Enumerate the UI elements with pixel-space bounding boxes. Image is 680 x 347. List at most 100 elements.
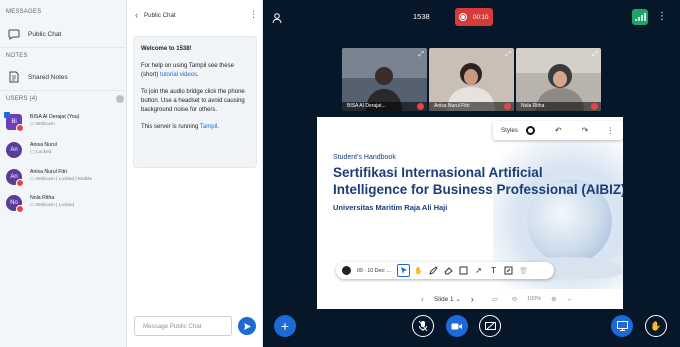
video-tile[interactable]: ⤢ BISA AI Derajat... [342,48,427,111]
sticky-note-tool-icon[interactable] [502,264,515,277]
user-status: ▭ Webcam | Locked | Mobile [30,177,93,182]
tile-name: Anisa Nurul Fitri [429,102,514,111]
annotation-toolbar: 09 - 10 Des: ... ✋ ↗ T 🗑 [336,262,554,279]
public-chat-panel: ‹ Public Chat ⋮ Welcome to 1538! For hel… [127,0,263,347]
slide-title-line1: Sertifikasi Internasional Artificial [333,165,543,180]
top-bar: 1538 00:10 ⋮ [263,0,680,36]
slide-badge: Student's Handbook [333,154,396,161]
tutorial-videos-link[interactable]: tutorial videos [160,72,197,78]
slide-subtitle: Universitas Maritim Raja Ali Haji [333,203,448,212]
recording-icon[interactable] [340,264,353,277]
presenter-icon [4,112,10,118]
user-name: Nola Ritha [30,195,55,201]
user-list-item[interactable]: An Anisa Nurul ▢ Locked [6,142,124,164]
slide-navigation-bar: ‹ Slide 1 ⌄ › ▭ ⊖ 100% ⊕ ↔ [317,289,623,309]
more-options-icon[interactable]: ⋮ [249,9,258,20]
expand-icon[interactable]: ⤢ [505,51,511,59]
meeting-main-area: 1538 00:10 ⋮ ⤢ BISA AI Derajat... ⤢ Anis… [263,0,680,347]
video-tile[interactable]: ⤢ Nola Ritha [516,48,601,111]
arrow-tool-icon[interactable]: ↗ [472,264,485,277]
zoom-out-icon[interactable]: ⊖ [512,295,517,303]
fit-to-page-icon[interactable]: ↔ [567,296,573,303]
screen-share-icon [484,321,496,330]
divider [0,90,127,91]
styles-popup[interactable]: Styles ↶ ↷ ⋮ [493,121,623,140]
options-menu-icon[interactable]: ⋮ [657,10,667,24]
recording-indicator[interactable]: 00:10 [455,8,493,26]
camera-button[interactable] [446,315,468,337]
actions-button[interactable]: + [274,315,296,337]
notes-section-title: NOTES [6,53,28,59]
connection-status-icon[interactable] [632,9,648,25]
next-slide-icon[interactable]: › [471,294,474,304]
color-picker-icon[interactable] [525,126,535,135]
users-section-title: USERS (4) [6,96,38,102]
user-list-item[interactable]: Bi BISA AI Derajat (You) ▭ Webcam [4,112,124,136]
slide-title-line2: Intelligence for Business Professional (… [333,182,623,197]
video-camera-icon [451,323,462,329]
user-status: ▭ Webcam [30,122,55,127]
user-list-item[interactable]: An Anisa Nurul Fitri ▭ Webcam | Locked |… [6,169,124,191]
sidebar-item-label: Public Chat [28,30,62,38]
text-tool-icon[interactable]: T [487,264,500,277]
record-timer: 00:10 [473,13,489,21]
microphone-button[interactable] [412,315,434,337]
help-text: For help on using Tampil see these (shor… [141,63,234,78]
chat-message-input[interactable]: Message Public Chat [134,316,232,336]
mic-muted-icon [16,205,24,213]
video-tile[interactable]: ⤢ Anisa Nurul Fitri [429,48,514,111]
hand-icon: ✋ [650,320,662,331]
expand-icon[interactable]: ⤢ [592,51,598,59]
presentation-name[interactable]: 09 - 10 Des: ... [357,268,391,274]
redo-icon[interactable]: ↷ [582,126,589,135]
chat-icon [6,26,22,42]
user-name: Anisa Nurul Fitri [30,169,67,175]
chevron-left-icon[interactable]: ‹ [135,10,138,20]
mic-muted-icon [16,179,24,187]
user-list-toggle-icon[interactable] [271,11,283,29]
zoom-in-icon[interactable]: ⊕ [551,295,556,303]
audio-text: To join the audio bridge click the phone… [141,89,245,113]
send-message-button[interactable] [238,317,256,335]
settings-gear-icon[interactable] [116,95,124,103]
presentation-toggle-button[interactable] [611,315,633,337]
pan-tool-icon[interactable]: ✋ [412,264,425,277]
send-icon [243,322,251,330]
notes-icon [6,69,22,85]
pencil-tool-icon[interactable] [427,264,440,277]
user-name: BISA AI Derajat (You) [30,114,80,120]
tampil-link[interactable]: Tampil [200,124,217,130]
mic-muted-icon [16,124,24,132]
tile-name: BISA AI Derajat... [342,102,427,111]
welcome-message: Welcome to 1538! For help on using Tampi… [133,36,257,168]
sidebar-item-public-chat[interactable]: Public Chat [6,24,121,44]
chat-title: Public Chat [144,11,176,19]
fit-width-icon[interactable]: ▭ [492,295,498,303]
server-text: This server is running Tampil. [141,124,219,130]
screen-share-button[interactable] [479,315,501,337]
rectangle-tool-icon[interactable] [457,264,470,277]
delete-tool-icon[interactable]: 🗑 [517,264,530,277]
more-options-icon[interactable]: ⋮ [606,126,614,135]
user-status: ▭ Webcam | Locked [30,203,75,208]
divider [0,47,127,48]
tile-name: Nola Ritha [516,102,601,111]
sidebar-item-shared-notes[interactable]: Shared Notes [6,67,121,87]
previous-slide-icon[interactable]: ‹ [421,294,424,304]
mic-muted-icon [418,320,428,332]
user-list-item[interactable]: No Nola Ritha ▭ Webcam | Locked [6,195,124,217]
raise-hand-button[interactable]: ✋ [645,315,667,337]
undo-icon[interactable]: ↶ [555,126,562,135]
welcome-title: Welcome to 1538! [141,46,192,52]
select-tool-icon[interactable] [397,264,411,277]
expand-icon[interactable]: ⤢ [418,51,424,59]
meeting-title: 1538 [413,12,430,21]
eraser-tool-icon[interactable] [442,264,455,277]
zoom-level: 100% [527,296,542,302]
mic-muted-icon [417,103,424,110]
user-name: Anisa Nurul [30,142,57,148]
styles-label: Styles [501,127,518,134]
user-status: ▢ Locked [30,150,52,155]
slide-selector[interactable]: Slide 1 ⌄ [434,295,461,303]
presentation-icon [616,321,628,331]
